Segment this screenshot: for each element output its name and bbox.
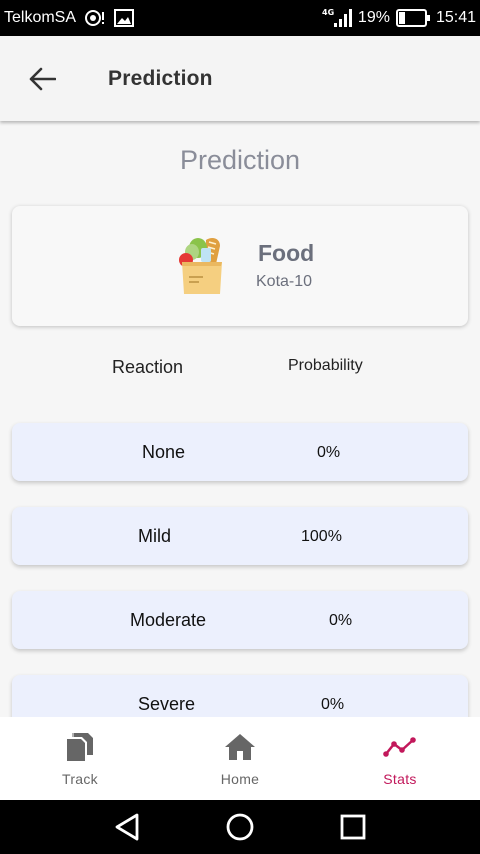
- nav-label-stats: Stats: [383, 771, 417, 787]
- battery-percent: 19%: [357, 9, 390, 26]
- trend-line-icon: [383, 731, 417, 763]
- app-bar: Prediction: [0, 36, 480, 121]
- probability-column-header: Probability: [288, 357, 363, 374]
- nav-label-track: Track: [62, 771, 98, 787]
- table-row-mild: Mild 100%: [12, 507, 468, 565]
- table-row-moderate: Moderate 0%: [12, 591, 468, 649]
- system-recents-button[interactable]: [333, 807, 373, 847]
- nav-label-home: Home: [220, 771, 260, 787]
- documents-icon: [65, 731, 95, 763]
- triangle-back-icon: [115, 813, 139, 841]
- system-navigation-bar: [0, 800, 480, 854]
- status-bar: TelkomSA 4G 19% 15:41: [0, 0, 480, 36]
- food-code: Kota-10: [256, 273, 313, 290]
- probability-value: 0%: [329, 612, 353, 629]
- battery-icon: [395, 9, 430, 27]
- system-back-button[interactable]: [107, 807, 147, 847]
- probability-value: 100%: [301, 528, 342, 545]
- food-card: Food Kota-10: [12, 206, 468, 326]
- page-title: Prediction: [179, 145, 301, 175]
- app-bar-title: Prediction: [108, 66, 213, 90]
- reaction-label: Moderate: [130, 610, 207, 630]
- reaction-label: Severe: [138, 694, 196, 714]
- image-icon: [114, 9, 135, 27]
- square-recents-icon: [340, 814, 366, 840]
- system-home-button[interactable]: [220, 807, 260, 847]
- home-icon: [224, 731, 256, 763]
- signal-icon: 4G: [322, 7, 352, 29]
- bottom-navigation: Track Home Stats: [0, 717, 480, 800]
- reaction-label: None: [142, 442, 186, 462]
- back-button[interactable]: [18, 55, 66, 103]
- carrier-label: TelkomSA: [4, 9, 77, 26]
- nav-item-track[interactable]: Track: [0, 717, 160, 800]
- reaction-column-header: Reaction: [112, 357, 184, 377]
- grocery-bag-icon: [176, 234, 228, 298]
- probability-value: 0%: [317, 444, 341, 461]
- food-name: Food: [258, 240, 315, 266]
- nav-item-home[interactable]: Home: [160, 717, 320, 800]
- table-row-severe: Severe 0%: [12, 675, 468, 717]
- table-row-none: None 0%: [12, 423, 468, 481]
- probability-value: 0%: [321, 696, 345, 713]
- hotspot-icon: [84, 9, 106, 27]
- circle-home-icon: [226, 813, 254, 841]
- nav-item-stats[interactable]: Stats: [320, 717, 480, 800]
- network-type-label: 4G: [322, 8, 334, 17]
- arrow-left-icon: [29, 67, 56, 90]
- reaction-label: Mild: [138, 526, 172, 546]
- main-content[interactable]: Prediction Food Kota-10 Reaction Probabi…: [0, 121, 480, 717]
- clock: 15:41: [435, 9, 476, 26]
